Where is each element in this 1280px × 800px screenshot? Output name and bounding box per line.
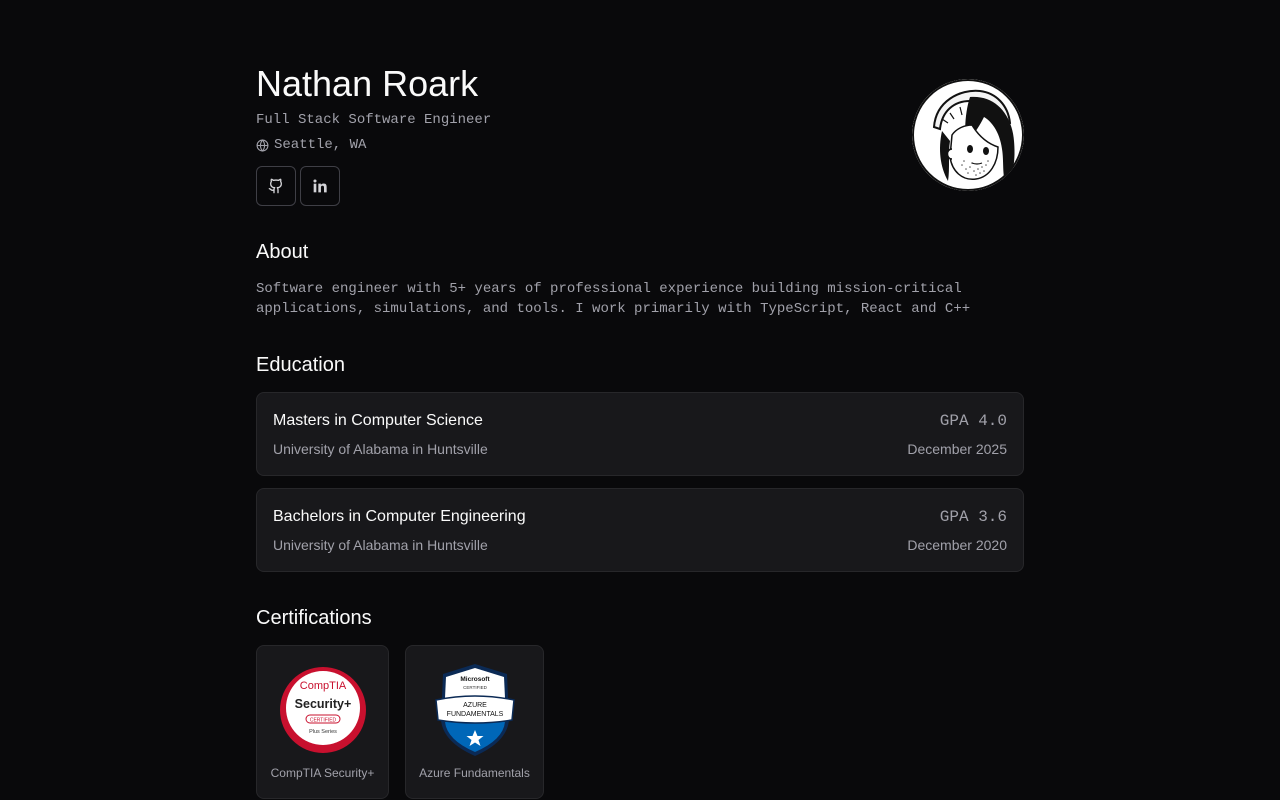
portfolio-page: Nathan Roark Full Stack Software Enginee…	[256, 0, 1024, 799]
certifications-heading: Certifications	[256, 607, 372, 629]
azure-fundamentals-badge: Microsoft CERTIFIED AZURE FUNDAMENTALS	[434, 664, 515, 756]
education-school: University of Alabama in Huntsville	[273, 441, 488, 457]
certification-label: Azure Fundamentals	[419, 766, 530, 780]
certification-list: CompTIA Security+ CERTIFIED Plus Series …	[256, 645, 1024, 799]
svg-text:CERTIFIED: CERTIFIED	[309, 718, 336, 724]
svg-text:CERTIFIED: CERTIFIED	[463, 685, 487, 690]
profile-name: Nathan Roark	[256, 63, 479, 104]
education-gpa: GPA 4.0	[939, 412, 1007, 430]
profile-title: Full Stack Software Engineer	[256, 112, 492, 128]
social-links	[256, 166, 1024, 206]
avatar-illustration	[912, 79, 1024, 191]
education-list: Masters in Computer Science University o…	[256, 392, 1024, 572]
education-heading: Education	[256, 354, 345, 376]
svg-text:Security+: Security+	[294, 697, 351, 711]
github-link-button[interactable]	[256, 166, 296, 206]
globe-icon	[256, 138, 269, 152]
profile-location: Seattle, WA	[256, 135, 1024, 155]
about-section: About Software engineer with 5+ years of…	[256, 238, 1024, 319]
svg-text:FUNDAMENTALS: FUNDAMENTALS	[446, 711, 503, 718]
linkedin-link-button[interactable]	[300, 166, 340, 206]
education-school: University of Alabama in Huntsville	[273, 537, 488, 553]
education-card: Bachelors in Computer Engineering Univer…	[256, 488, 1024, 572]
about-heading: About	[256, 241, 309, 263]
svg-text:Microsoft: Microsoft	[460, 676, 490, 683]
avatar	[912, 79, 1024, 191]
education-gpa: GPA 3.6	[939, 508, 1007, 526]
education-date: December 2020	[907, 537, 1007, 553]
certification-card-azure[interactable]: Microsoft CERTIFIED AZURE FUNDAMENTALS A…	[405, 645, 544, 799]
education-date: December 2025	[907, 441, 1007, 457]
education-degree: Masters in Computer Science	[273, 412, 483, 429]
svg-text:CompTIA: CompTIA	[299, 680, 346, 692]
profile-header: Nathan Roark Full Stack Software Enginee…	[256, 62, 1024, 212]
certification-card-comptia[interactable]: CompTIA Security+ CERTIFIED Plus Series …	[256, 645, 389, 799]
comptia-security-badge: CompTIA Security+ CERTIFIED Plus Series	[279, 667, 366, 753]
about-text: Software engineer with 5+ years of profe…	[256, 281, 971, 317]
education-degree: Bachelors in Computer Engineering	[273, 508, 526, 525]
education-card: Masters in Computer Science University o…	[256, 392, 1024, 476]
certification-label: CompTIA Security+	[270, 766, 375, 780]
location-text: Seattle, WA	[274, 137, 367, 153]
github-icon	[268, 178, 283, 194]
certifications-section: Certifications CompTIA Security+ CERTIFI…	[256, 604, 1024, 799]
linkedin-icon	[313, 179, 327, 193]
svg-text:AZURE: AZURE	[463, 702, 487, 709]
svg-text:Plus Series: Plus Series	[309, 729, 337, 735]
education-section: Education Masters in Computer Science Un…	[256, 351, 1024, 572]
